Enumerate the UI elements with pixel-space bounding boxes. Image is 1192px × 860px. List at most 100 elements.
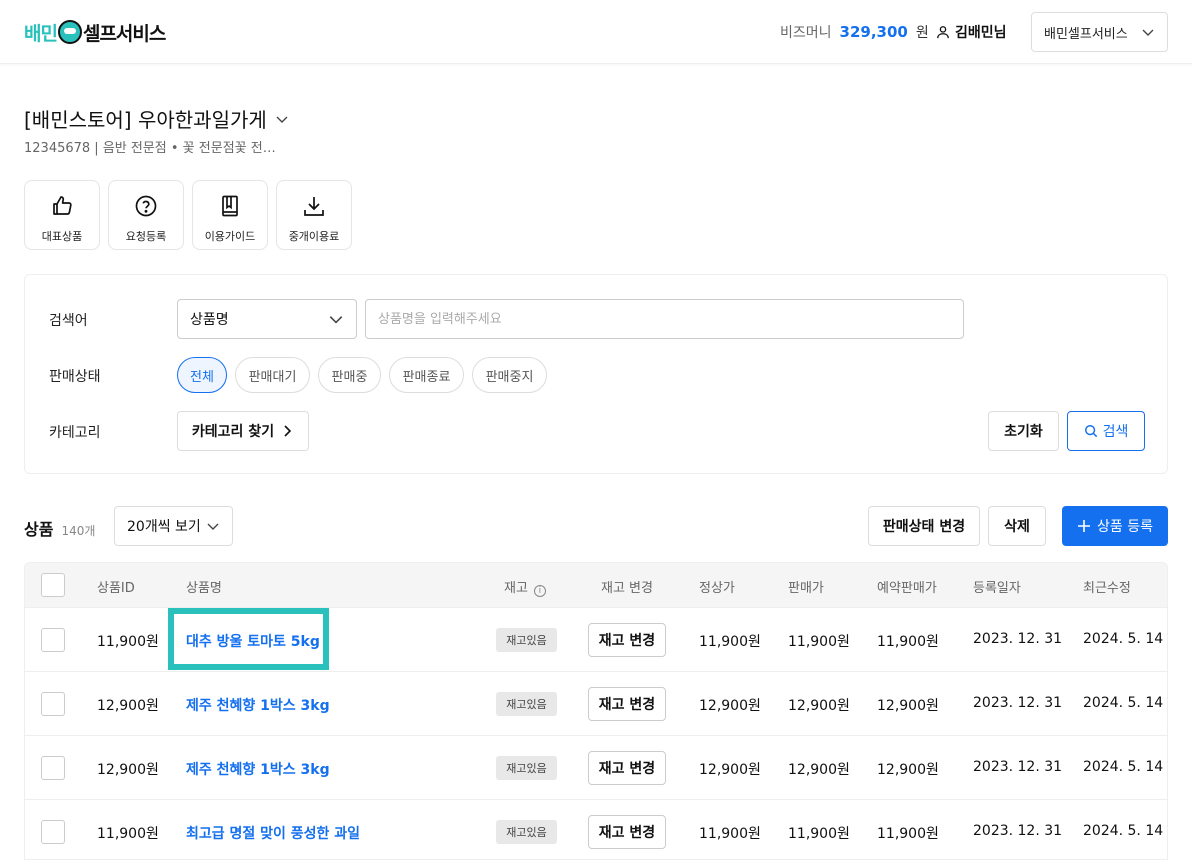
stock-badge: 재고있음 [496,692,557,716]
col-reserve-price[interactable]: 예약판매가 [877,577,937,596]
row-checkbox[interactable] [41,628,65,652]
col-product-id[interactable]: 상품ID [97,577,135,596]
chevron-down-icon [1142,29,1154,36]
status-label: 판매상태 [49,369,101,385]
store-selector[interactable]: [배민스토어] 우아한과일가게 [24,104,289,133]
logo-mascot-icon [57,20,82,44]
col-stock-label: 재고 [504,581,528,596]
info-icon[interactable]: i [533,585,546,597]
add-product-label: 상품 등록 [1097,519,1153,535]
products-table: 상품ID 상품명 재고 i 재고 변경 정상가 판매가 예약판매가 등록일자 최근… [24,562,1168,860]
cell-registered-date: 2023. 12. 31 [973,823,1063,839]
status-chip-suspended[interactable]: 판매중지 [472,357,547,393]
cell-product-name[interactable]: 제주 천혜향 1박스 3kg [186,695,330,715]
stock-badge: 재고있음 [496,820,557,844]
logo-text-part2: 셀프서비스 [82,22,166,45]
keyword-label: 검색어 [49,313,88,329]
shortcut-label: 요청등록 [125,230,167,243]
cell-product-id: 11,900원 [97,826,159,842]
table-header: 상품ID 상품명 재고 i 재고 변경 정상가 판매가 예약판매가 등록일자 최근… [25,563,1167,607]
bizmoney-unit: 원 [915,25,929,41]
top-header: 배민 셀프서비스 비즈머니 329,300 원 김배민님 배민셀프서비스 [0,0,1192,64]
status-chip-ended[interactable]: 판매종료 [389,357,464,393]
table-row: 11,900원 최고급 명절 맞이 풍성한 과일 재고있음 재고 변경 11,9… [25,799,1167,859]
chevron-down-icon [276,116,288,123]
search-field-select[interactable]: 상품명 [177,299,357,339]
bizmoney[interactable]: 비즈머니 329,300 원 [780,22,929,42]
cell-reserve-price: 11,900원 [877,634,939,650]
cell-sale-price: 11,900원 [788,634,850,650]
chevron-down-icon [207,523,219,530]
cell-regular-price: 11,900원 [699,826,761,842]
products-heading: 상품 140개 [24,516,95,540]
stock-change-button[interactable]: 재고 변경 [588,687,666,721]
logo[interactable]: 배민 셀프서비스 [24,18,166,46]
shortcut-brokerage-fee[interactable]: 중개이용료 [276,180,352,250]
download-icon [304,197,324,216]
delete-button[interactable]: 삭제 [988,506,1046,546]
stock-change-button[interactable]: 재고 변경 [588,623,666,657]
col-regular-price[interactable]: 정상가 [699,577,735,596]
cell-product-id: 12,900원 [97,762,159,778]
thumbs-up-icon [53,196,72,215]
cell-product-id: 11,900원 [97,634,159,650]
cell-reserve-price: 11,900원 [877,826,939,842]
cell-registered-date: 2023. 12. 31 [973,695,1063,711]
shortcut-label: 이용가이드 [204,230,256,243]
cell-product-id: 12,900원 [97,698,159,714]
store-meta: 12345678 | 음반 전문점 • 꽃 전문점꽃 전… [24,141,276,156]
shortcut-request-register[interactable]: 요청등록 [108,180,184,250]
category-label: 카테고리 [49,425,101,441]
chevron-right-icon [284,425,292,437]
col-stock-change[interactable]: 재고 변경 [601,577,653,596]
cell-modified-date: 2024. 5. 14 [1083,695,1164,711]
category-find-label: 카테고리 찾기 [191,424,275,440]
col-registered-date[interactable]: 등록일자 [973,577,1021,596]
cell-modified-date: 2024. 5. 14 [1083,631,1164,647]
book-icon [222,195,238,217]
status-chip-on-sale[interactable]: 판매중 [318,357,381,393]
cell-modified-date: 2024. 5. 14 [1083,759,1164,775]
user-name: 김배민님 [955,25,1007,41]
col-sale-price[interactable]: 판매가 [788,577,824,596]
col-product-name[interactable]: 상품명 [186,577,222,596]
service-select[interactable]: 배민셀프서비스 [1031,12,1168,52]
table-row: 12,900원 제주 천혜향 1박스 3kg 재고있음 재고 변경 12,900… [25,671,1167,735]
store-title: [배민스토어] 우아한과일가게 [24,108,267,132]
row-checkbox[interactable] [41,756,65,780]
row-checkbox[interactable] [41,692,65,716]
search-icon [1084,425,1097,438]
cell-product-name[interactable]: 대추 방울 토마토 5kg [186,631,320,651]
bizmoney-label: 비즈머니 [780,25,832,41]
stock-change-button[interactable]: 재고 변경 [588,815,666,849]
user-menu[interactable]: 김배민님 [936,22,1007,42]
col-stock[interactable]: 재고 i [504,577,546,597]
cell-regular-price: 12,900원 [699,762,761,778]
products-title: 상품 [24,520,54,539]
shortcut-label: 중개이용료 [288,230,340,243]
row-checkbox[interactable] [41,820,65,844]
search-button[interactable]: 검색 [1067,411,1145,451]
change-status-button[interactable]: 판매상태 변경 [868,506,980,546]
stock-badge: 재고있음 [496,628,557,652]
search-input[interactable] [365,299,964,339]
status-chip-all[interactable]: 전체 [177,357,227,393]
status-chip-waiting[interactable]: 판매대기 [235,357,310,393]
cell-sale-price: 12,900원 [788,698,850,714]
select-all-checkbox[interactable] [41,573,65,597]
page-size-select[interactable]: 20개씩 보기 [114,506,233,546]
category-find-button[interactable]: 카테고리 찾기 [177,411,309,451]
add-product-button[interactable]: 상품 등록 [1062,506,1168,546]
plus-icon [1078,520,1090,532]
stock-badge: 재고있음 [496,756,557,780]
shortcut-label: 대표상품 [41,230,83,243]
table-row: 11,900원 대추 방울 토마토 5kg 재고있음 재고 변경 11,900원… [25,607,1167,671]
shortcut-featured-products[interactable]: 대표상품 [24,180,100,250]
col-modified-date[interactable]: 최근수정 [1083,577,1131,596]
shortcut-user-guide[interactable]: 이용가이드 [192,180,268,250]
stock-change-button[interactable]: 재고 변경 [588,751,666,785]
cell-product-name[interactable]: 제주 천혜향 1박스 3kg [186,759,330,779]
question-circle-icon [135,195,157,217]
cell-product-name[interactable]: 최고급 명절 맞이 풍성한 과일 [186,823,360,843]
reset-button[interactable]: 초기화 [988,411,1059,451]
